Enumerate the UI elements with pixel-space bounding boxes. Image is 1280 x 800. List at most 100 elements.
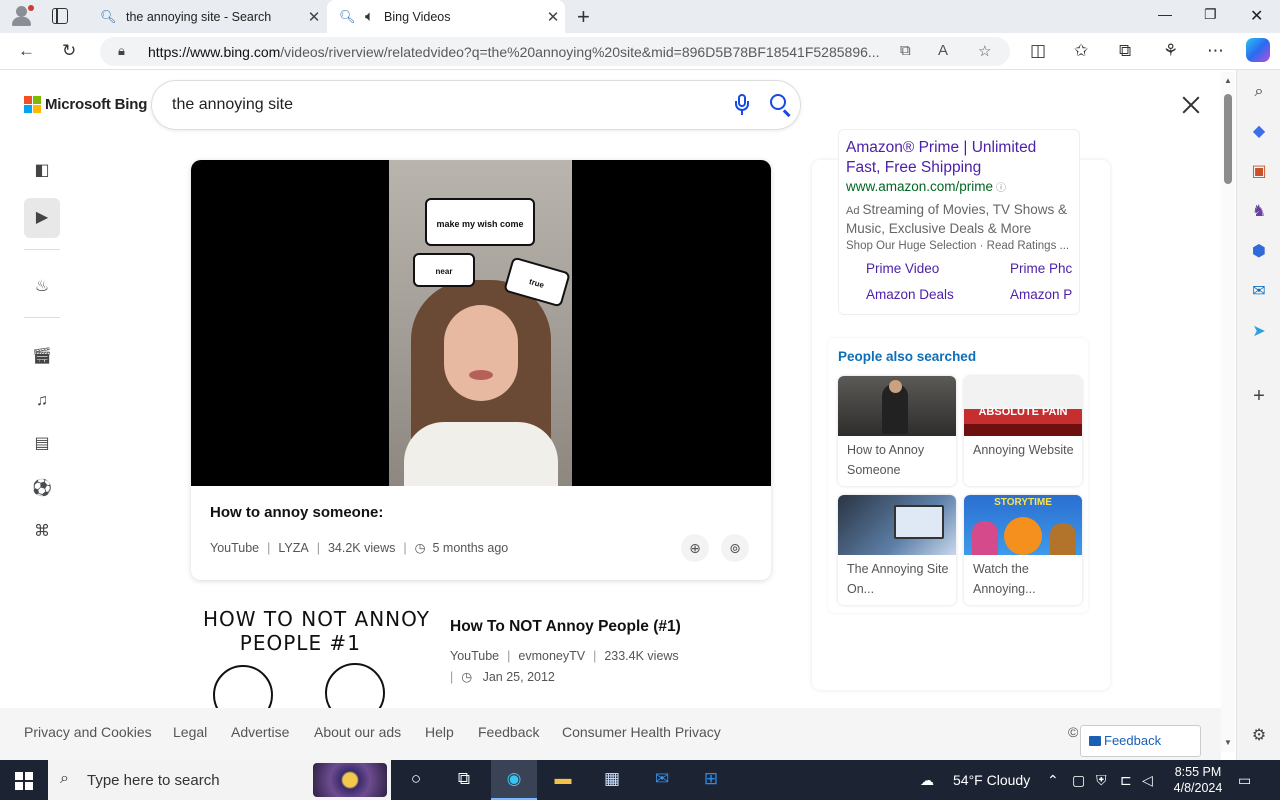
microsoft-365-icon[interactable]: ⬢ [1249,242,1269,262]
footer-link-feedback[interactable]: Feedback [478,724,539,740]
ad-sitelink[interactable]: Amazon P [1010,287,1074,302]
ad-description: Ad Streaming of Movies, TV Shows & Music,… [846,202,1068,236]
taskbar-search[interactable]: ⌕ Type here to search [48,760,391,800]
collections-icon[interactable]: ⧉ [1119,41,1131,61]
games-icon[interactable]: ♞ [1249,202,1269,222]
notifications-icon[interactable]: ▭ [1238,772,1251,789]
show-hidden-icons-icon[interactable]: ⌃ [1047,772,1059,789]
favorite-star-icon[interactable]: ☆ [978,42,991,60]
ad-sitelink[interactable]: Prime Video [866,261,939,276]
amazon-ad[interactable]: Amazon® Prime | Unlimited Fast, Free Shi… [838,129,1080,315]
related-search-tile[interactable]: The Annoying Site On... [838,495,956,605]
ad-url[interactable]: www.amazon.com/prime ⓘ [846,179,1006,194]
related-search-tile[interactable]: ABSOLUTE PAIN Annoying Website [964,376,1082,486]
outlook-icon[interactable]: ✉ [1249,282,1269,302]
minimize-icon[interactable]: — [1158,6,1172,22]
trending-flame-icon[interactable]: ♨ [32,277,52,297]
read-aloud-icon[interactable]: A [938,42,948,59]
new-tab-icon[interactable]: + [577,4,590,30]
collapse-panel-icon[interactable]: ◧ [32,161,52,181]
volume-muted-icon[interactable]: ◁ [1142,772,1153,789]
video-icon[interactable]: ▶ [32,208,52,228]
ad-sitelink[interactable]: Amazon Deals [866,287,954,302]
tray-app-icon[interactable]: ▢ [1072,772,1085,789]
ad-sitelink[interactable]: Prime Phc [1010,261,1074,276]
lock-icon[interactable]: 🔒︎ [118,43,125,59]
close-tab-icon[interactable]: ✕ [541,8,565,26]
footer-link-help[interactable]: Help [425,724,454,740]
address-bar[interactable]: 🔒︎ https://www.bing.com/videos/riverview… [100,37,1010,66]
file-explorer-icon[interactable]: ▬ [552,769,574,789]
taskbar-clock[interactable]: 8:55 PM 4/8/2024 [1170,764,1226,796]
footer-link-privacy[interactable]: Privacy and Cookies [24,724,152,740]
gaming-controller-icon[interactable]: ⌘ [32,522,52,542]
tab-search[interactable]: 🔍︎ the annoying site - Search ✕ [88,0,326,33]
tab-actions-icon[interactable] [52,8,68,24]
tab-title: Bing Videos [384,9,451,24]
back-icon[interactable]: ← [18,41,35,61]
restore-icon[interactable]: ❐ [1204,6,1217,23]
video-title[interactable]: How to annoy someone: [210,504,383,521]
main-video-card[interactable]: make my wish come near true How to annoy… [191,160,771,580]
favorites-icon[interactable]: ✩ [1074,41,1088,61]
search-input[interactable] [172,93,712,117]
drop-icon[interactable]: ➤ [1249,322,1269,342]
mail-icon[interactable]: ✉ [651,769,673,789]
second-video-thumbnail[interactable]: HOW TO NOT ANNOY PEOPLE #1 [191,601,431,711]
windows-app-icon[interactable]: ⊞ [700,769,722,789]
footer-link-legal[interactable]: Legal [173,724,207,740]
related-search-tile[interactable]: How to Annoy Someone [838,376,956,486]
tools-icon[interactable]: ▣ [1249,162,1269,182]
store-icon[interactable]: ▦ [601,769,623,789]
windows-start-icon[interactable] [15,772,33,790]
related-search-tile[interactable]: STORYTIME Watch the Annoying... [964,495,1082,605]
close-icon[interactable] [1180,94,1202,116]
scrollbar-thumb[interactable] [1224,94,1232,184]
ad-title[interactable]: Amazon® Prime | Unlimited Fast, Free Shi… [846,138,1071,178]
tab-bing-videos[interactable]: 🔍︎ 🔈︎ Bing Videos ✕ [327,0,565,33]
search-icon[interactable] [770,94,786,110]
search-box[interactable] [152,81,800,129]
network-icon[interactable]: ⊏ [1120,772,1132,789]
speaker-icon[interactable]: 🔈︎ [365,8,374,25]
globe-icon[interactable]: ⊕ [681,534,709,562]
scroll-down-arrow-icon[interactable]: ▼ [1224,738,1232,747]
extensions-icon[interactable]: ⚘ [1163,41,1178,61]
url-text[interactable]: https://www.bing.com/videos/riverview/re… [148,44,888,60]
copilot-icon[interactable] [1246,38,1270,62]
add-to-collection-icon[interactable]: ⊚ [721,534,749,562]
music-note-icon[interactable]: ♫ [32,391,52,411]
scroll-up-arrow-icon[interactable]: ▲ [1224,76,1232,85]
split-screen-icon[interactable]: ◫ [1030,41,1046,61]
footer-link-about-ads[interactable]: About our ads [314,724,401,740]
window-close-icon[interactable]: ✕ [1250,6,1263,26]
edge-browser-icon[interactable]: ◉ [503,769,525,789]
bing-logo[interactable]: Microsoft Bing [24,96,147,113]
weather-icon[interactable]: ☁ [920,772,934,789]
microphone-icon[interactable] [735,94,749,116]
more-menu-icon[interactable]: ⋯ [1207,41,1224,61]
news-icon[interactable]: ▤ [32,434,52,454]
open-in-app-icon[interactable]: ⧉ [900,42,911,59]
weather-text[interactable]: 54°F Cloudy [953,772,1030,788]
footer-link-health-privacy[interactable]: Consumer Health Privacy [562,724,721,740]
search-icon[interactable]: ⌕ [1249,82,1269,102]
tray-security-icon[interactable]: ⛨ [1096,772,1107,789]
close-tab-icon[interactable]: ✕ [302,8,326,26]
info-icon[interactable]: ⓘ [996,183,1006,194]
page-scrollbar[interactable]: ▲ ▼ [1221,72,1235,752]
sports-ball-icon[interactable]: ⚽ [32,479,52,499]
movies-clapper-icon[interactable]: 🎬︎ [32,347,52,367]
feedback-button[interactable]: Feedback [1080,725,1201,757]
shopping-tag-icon[interactable]: ◆ [1249,122,1269,142]
video-player[interactable]: make my wish come near true [191,160,771,486]
refresh-icon[interactable]: ↻ [62,41,76,61]
footer-link-advertise[interactable]: Advertise [231,724,289,740]
task-view-icon[interactable]: ⧉ [453,769,475,789]
add-sidebar-icon[interactable]: + [1249,386,1269,406]
settings-gear-icon[interactable]: ⚙ [1249,726,1269,746]
profile-icon[interactable] [10,5,34,27]
second-video-title[interactable]: How To NOT Annoy People (#1) [450,618,681,636]
search-highlight-image[interactable] [313,763,387,797]
cortana-icon[interactable]: ○ [405,769,427,789]
